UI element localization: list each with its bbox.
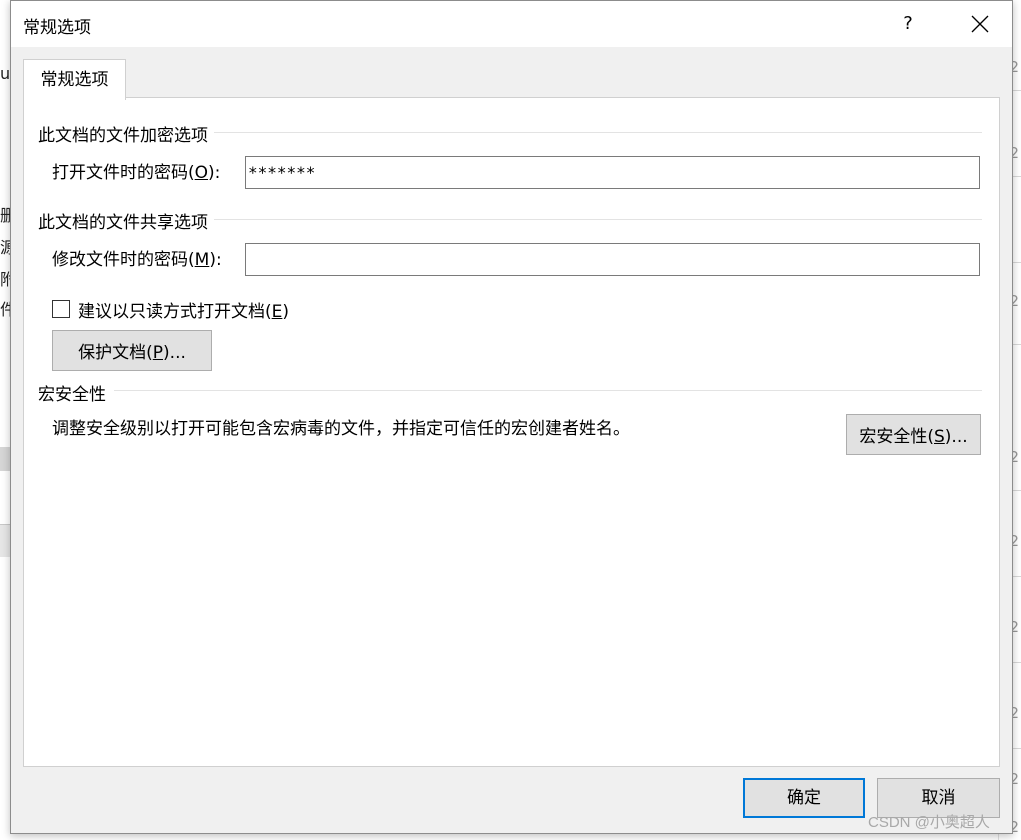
help-icon: ? bbox=[903, 13, 913, 34]
macro-security-description: 调整安全级别以打开可能包含宏病毒的文件，并指定可信任的宏创建者姓名。 bbox=[52, 419, 630, 439]
macro-security-section-title: 宏安全性 bbox=[38, 380, 112, 405]
tab-general-options[interactable]: 常规选项 bbox=[23, 59, 126, 100]
section-divider bbox=[114, 390, 982, 391]
encryption-section-title: 此文档的文件加密选项 bbox=[38, 121, 214, 146]
options-panel: 此文档的文件加密选项 打开文件时的密码(O): 此文档的文件共享选项 修改文件时… bbox=[23, 97, 1000, 767]
title-bar[interactable]: 常规选项 ? bbox=[11, 1, 1012, 47]
modify-password-label: 修改文件时的密码(M): bbox=[52, 250, 222, 270]
modify-password-input[interactable] bbox=[245, 243, 980, 276]
csdn-watermark: CSDN @小奥超人 bbox=[868, 814, 990, 831]
general-options-dialog: 常规选项 ? 常规选项 此文档的文件加密选项 打开文件时的密码(O): 此文档的… bbox=[10, 0, 1013, 834]
background-strip bbox=[0, 447, 10, 471]
background-strip bbox=[0, 524, 10, 557]
section-divider bbox=[214, 219, 982, 220]
open-password-label: 打开文件时的密码(O): bbox=[52, 163, 221, 183]
help-button[interactable]: ? bbox=[895, 9, 921, 39]
close-icon bbox=[971, 15, 989, 33]
close-button[interactable] bbox=[963, 7, 997, 41]
readonly-recommended-label[interactable]: 建议以只读方式打开文档(E) bbox=[78, 297, 289, 322]
section-divider bbox=[214, 132, 982, 133]
readonly-recommended-checkbox[interactable] bbox=[52, 300, 70, 318]
dialog-title: 常规选项 bbox=[23, 18, 91, 38]
ok-button[interactable]: 确定 bbox=[743, 778, 865, 818]
sharing-section-title: 此文档的文件共享选项 bbox=[38, 208, 214, 233]
protect-document-button[interactable]: 保护文档(P)... bbox=[52, 330, 212, 371]
open-password-input[interactable] bbox=[245, 156, 980, 189]
macro-security-button[interactable]: 宏安全性(S)... bbox=[846, 414, 981, 455]
